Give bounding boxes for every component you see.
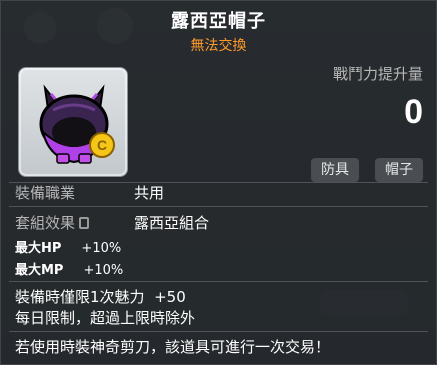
limit-line2: 每日限制，超過上限時除外 xyxy=(15,309,196,327)
tag-category: 防具 xyxy=(311,158,359,182)
set-label: 套組效果 xyxy=(15,214,76,232)
item-tooltip: 露西亞帽子 無法交換 C 戰鬥力提升量 0 防具 帽子 裝備職業 共用 套組效果… xyxy=(0,0,437,365)
trade-note: 若使用時裝神奇剪刀，該道具可進行一次交易！ xyxy=(15,338,331,356)
limit-value: +50 xyxy=(154,288,186,306)
divider xyxy=(9,281,428,282)
limit-line1-row: 裝備時僅限1次魅力 +50 xyxy=(15,286,186,307)
set-bonus-mp: 最大MP +10% xyxy=(15,259,123,278)
combat-power-value: 0 xyxy=(404,93,423,131)
limit-line1: 裝備時僅限1次魅力 xyxy=(15,288,145,306)
trade-status: 無法交換 xyxy=(190,38,247,54)
set-bonus-hp: 最大HP +10% xyxy=(15,237,121,256)
bonus-label: 最大MP xyxy=(15,263,64,278)
set-value: 露西亞組合 xyxy=(134,214,210,232)
item-icon-frame: C xyxy=(18,67,128,177)
bonus-label: 最大HP xyxy=(15,241,62,256)
tag-slot: 帽子 xyxy=(375,158,423,182)
divider xyxy=(9,206,428,207)
svg-text:C: C xyxy=(97,137,107,153)
item-name: 露西亞帽子 xyxy=(171,11,266,32)
hat-icon: C xyxy=(39,84,115,164)
bonus-value: +10% xyxy=(83,263,124,278)
set-label-row: 套組效果 xyxy=(15,212,90,233)
combat-power-label: 戰鬥力提升量 xyxy=(332,65,423,83)
job-value: 共用 xyxy=(134,184,165,202)
job-label: 裝備職業 xyxy=(15,184,76,202)
divider xyxy=(9,331,428,332)
bonus-value: +10% xyxy=(81,241,122,256)
lock-icon xyxy=(79,217,90,229)
